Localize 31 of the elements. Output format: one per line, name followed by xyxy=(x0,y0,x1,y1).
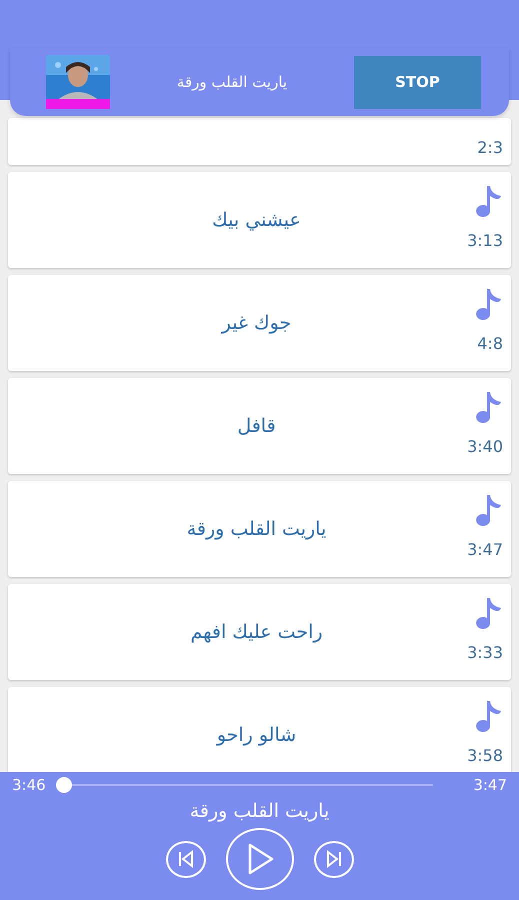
song-duration: 3:33 xyxy=(467,643,503,662)
music-note-icon xyxy=(473,390,503,424)
music-note-icon xyxy=(473,596,503,630)
song-duration: 4:8 xyxy=(477,334,503,353)
music-note-icon xyxy=(473,493,503,527)
song-title: راحت عليك افهم xyxy=(190,621,323,643)
slider-thumb[interactable] xyxy=(56,777,72,793)
banner-song-title: ياريت القلب ورقة xyxy=(176,73,288,91)
song-title: عيشني بيك xyxy=(212,209,301,231)
song-duration: 3:40 xyxy=(467,437,503,456)
player-song-title: ياريت القلب ورقة xyxy=(190,800,330,822)
music-note-icon xyxy=(473,287,503,321)
next-icon xyxy=(324,850,342,868)
next-button[interactable] xyxy=(314,840,354,878)
song-duration: 2:3 xyxy=(477,138,503,157)
song-title: ياريت القلب ورقة xyxy=(186,518,326,540)
song-title: قافل xyxy=(237,415,276,437)
play-button[interactable] xyxy=(226,828,294,890)
music-note-icon xyxy=(473,184,503,218)
song-title: شالو راحو xyxy=(216,724,296,746)
song-duration: 3:58 xyxy=(467,746,503,765)
song-duration: 3:13 xyxy=(467,231,503,250)
song-duration: 3:47 xyxy=(467,540,503,559)
previous-button[interactable] xyxy=(166,840,206,878)
elapsed-time: 3:46 xyxy=(12,776,46,794)
stop-button[interactable]: STOP xyxy=(354,56,481,108)
total-time: 3:47 xyxy=(473,776,507,794)
song-card[interactable]: 2:3 xyxy=(8,118,511,165)
song-title: جوك غير xyxy=(222,312,292,334)
previous-icon xyxy=(176,850,194,868)
music-note-icon xyxy=(473,699,503,733)
